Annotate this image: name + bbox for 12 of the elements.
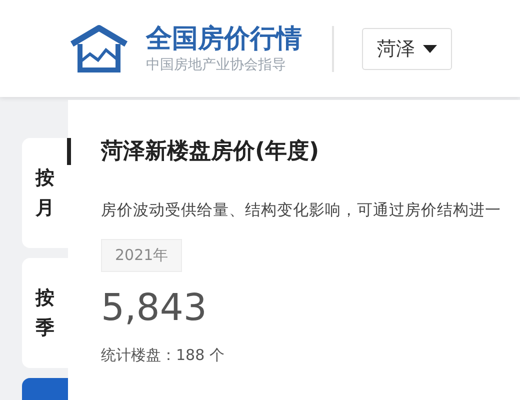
description: 房价波动受供给量、结构变化影响，可通过房价结构进一 xyxy=(101,200,502,221)
period-tab[interactable]: 按季 xyxy=(22,258,68,368)
city-dropdown[interactable]: 菏泽 xyxy=(362,28,452,70)
year-tag: 2021年 xyxy=(101,239,182,272)
period-tab[interactable]: 按月 xyxy=(22,138,68,248)
site-title: 全国房价行情 xyxy=(146,22,302,54)
price-value: 5,843 xyxy=(101,286,208,330)
caret-icon xyxy=(423,44,437,52)
section-title: 菏泽新楼盘房价(年度) xyxy=(101,138,320,166)
count-label: 统计楼盘：188 个 xyxy=(101,346,226,365)
site-subtitle: 中国房地产业协会指导 xyxy=(146,56,287,74)
house-chart-icon xyxy=(68,24,130,74)
